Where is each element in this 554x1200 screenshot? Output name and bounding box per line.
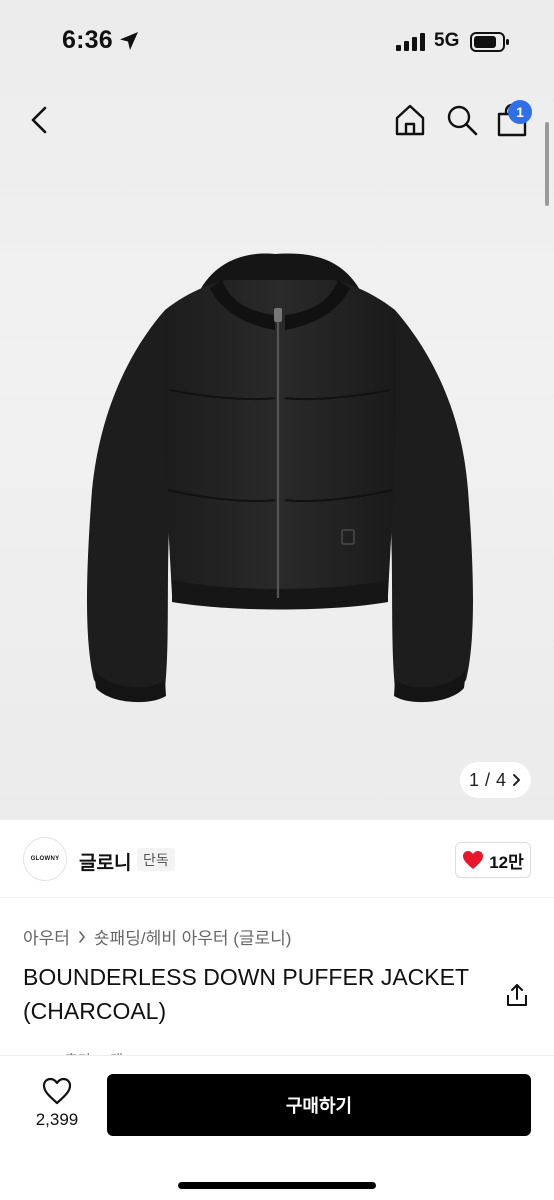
wishlist-button[interactable]: 2,399	[28, 1076, 86, 1138]
status-bar: 6:36 5G	[0, 0, 554, 84]
image-separator: /	[484, 769, 490, 790]
brand-name[interactable]: 글로니	[79, 848, 131, 875]
top-navigation	[0, 92, 554, 148]
search-icon[interactable]	[444, 102, 480, 138]
cart-count-badge: 1	[508, 100, 532, 124]
buy-button[interactable]: 구매하기	[107, 1074, 531, 1136]
brand-like-button[interactable]: 12만	[455, 842, 531, 878]
home-icon[interactable]	[392, 102, 428, 138]
scroll-indicator[interactable]	[545, 122, 549, 206]
brand-row: GLOWNY 글로니 단독 12만	[0, 822, 554, 898]
image-current: 1	[468, 769, 479, 790]
network-label: 5G	[434, 30, 460, 51]
heart-outline-icon	[42, 1077, 72, 1105]
heart-filled-icon	[463, 851, 484, 869]
brand-like-count: 12만	[489, 852, 524, 872]
breadcrumb-subcategory[interactable]: 숏패딩/헤비 아우터 (글로니)	[94, 924, 292, 949]
wishlist-count: 2,399	[35, 1110, 79, 1129]
image-total: 4	[496, 769, 507, 790]
status-time: 6:36	[62, 26, 113, 54]
bottom-action-bar: 2,399 구매하기	[0, 1055, 554, 1200]
breadcrumb: 아우터 숏패딩/헤비 아우터 (글로니)	[23, 924, 291, 949]
product-hero: 6:36 5G 1 1 / 4	[0, 0, 554, 820]
brand-logo[interactable]: GLOWNY	[23, 837, 67, 881]
home-indicator	[178, 1182, 376, 1189]
chevron-right-icon	[513, 774, 521, 786]
battery-icon	[470, 32, 509, 52]
image-pager[interactable]: 1 / 4	[460, 762, 531, 798]
chevron-left-icon[interactable]	[24, 102, 56, 138]
location-arrow-icon	[120, 32, 138, 50]
exclusive-badge: 단독	[137, 848, 175, 871]
chevron-right-icon	[79, 930, 85, 943]
brand-logo-text: GLOWNY	[30, 856, 60, 862]
breadcrumb-category[interactable]: 아우터	[23, 924, 70, 949]
product-title: BOUNDERLESS DOWN PUFFER JACKET (CHARCOAL…	[23, 964, 469, 1024]
share-icon[interactable]	[504, 982, 530, 1008]
product-jacket-image[interactable]	[70, 240, 490, 710]
signal-icon	[396, 33, 425, 51]
